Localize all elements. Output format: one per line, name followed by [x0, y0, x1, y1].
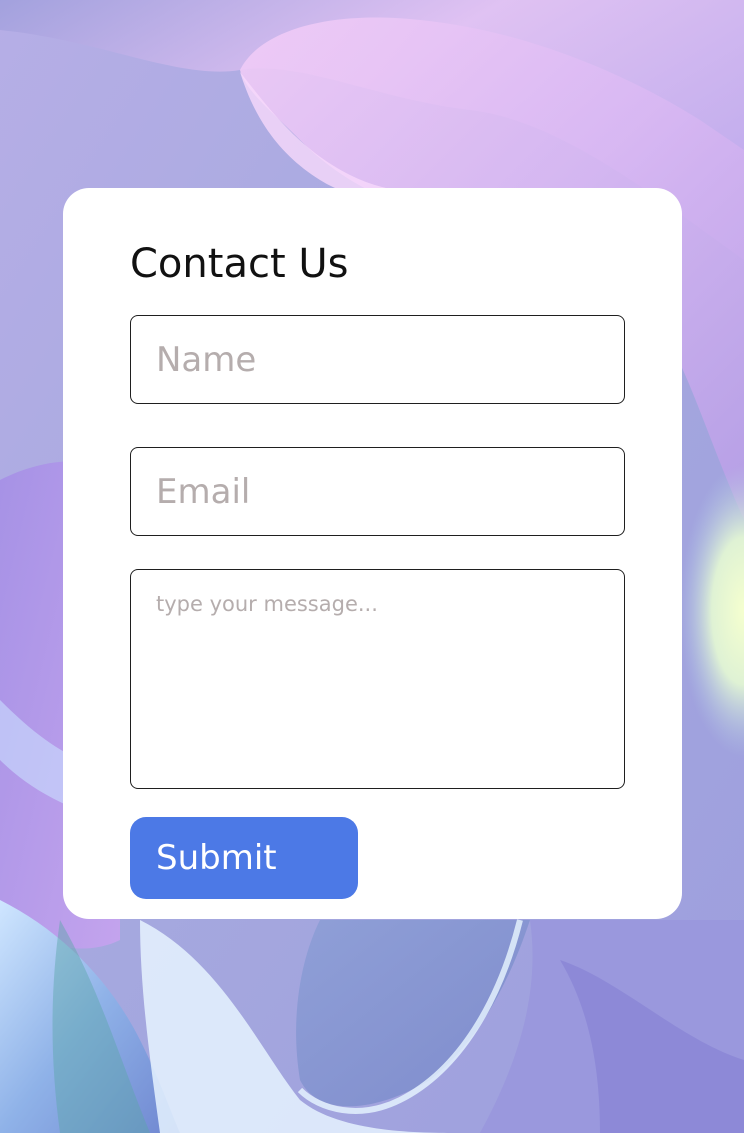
contact-form-card: Contact Us Submit	[63, 188, 682, 919]
name-input[interactable]	[130, 315, 625, 404]
submit-button[interactable]: Submit	[130, 817, 358, 899]
form-title: Contact Us	[130, 241, 349, 287]
message-textarea[interactable]	[130, 569, 625, 789]
email-input[interactable]	[130, 447, 625, 536]
